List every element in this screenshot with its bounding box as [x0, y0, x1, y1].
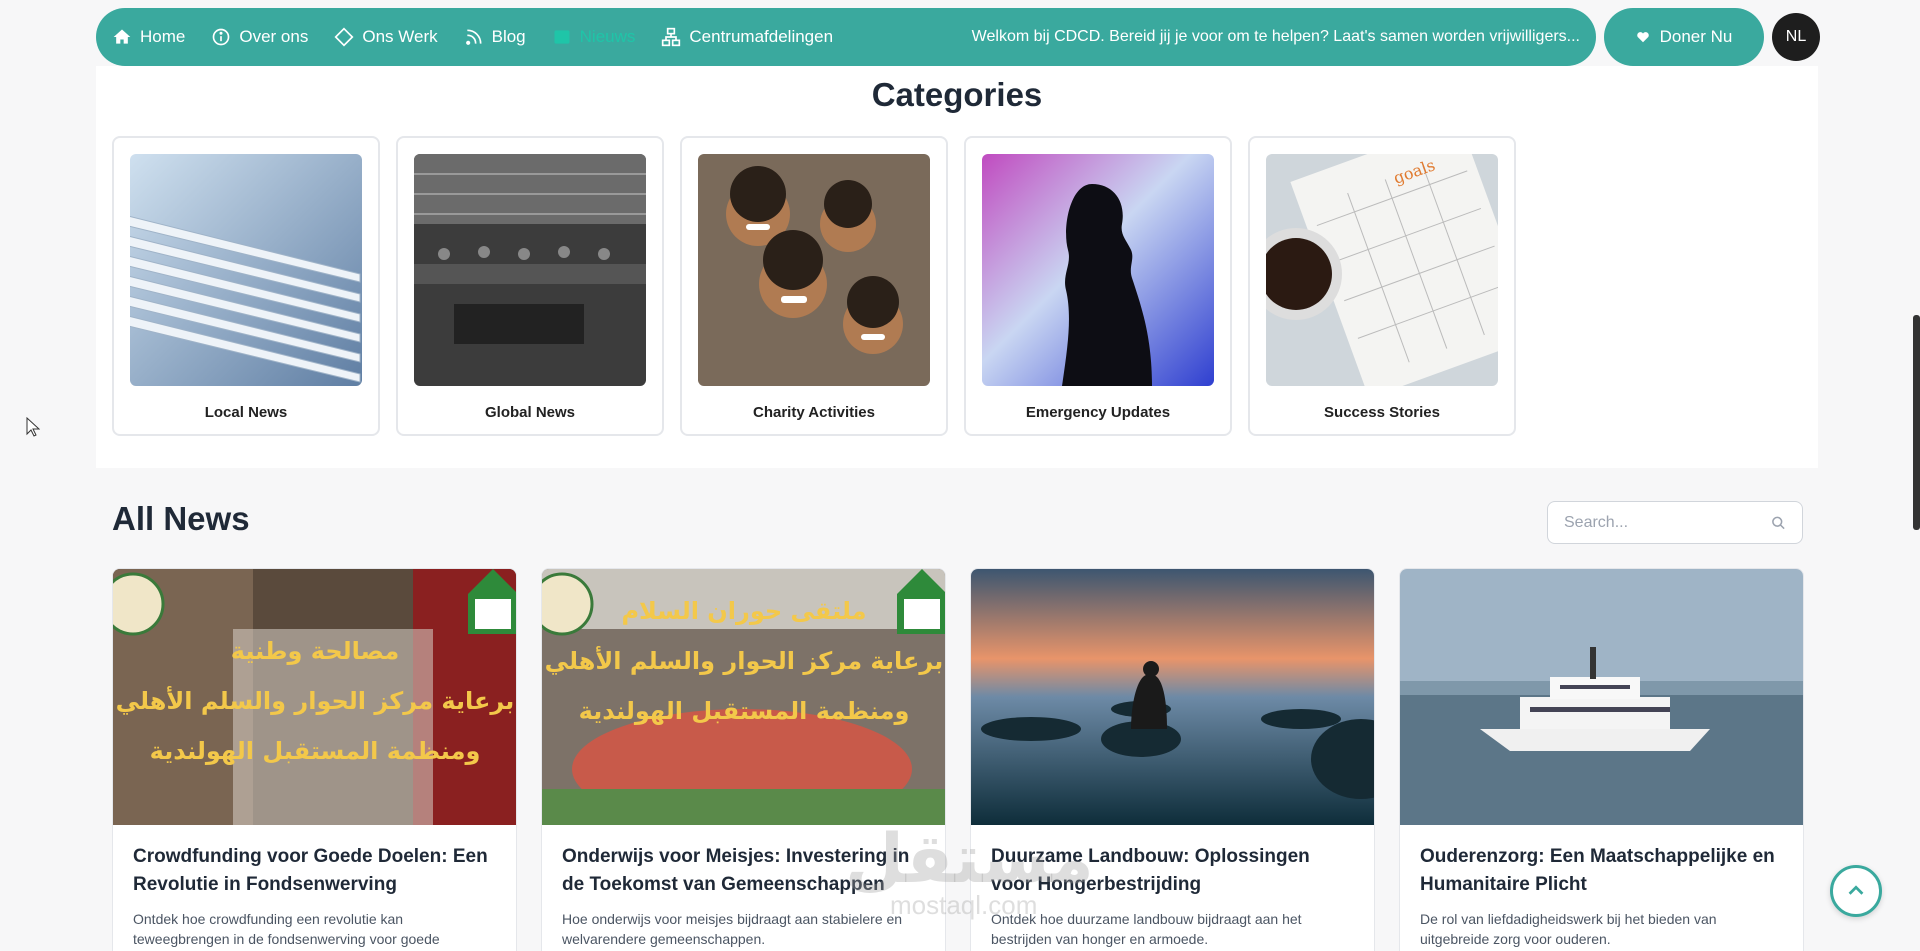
category-image — [130, 154, 362, 386]
image-caption-line: ومنظمة المستقبل الهولندية — [579, 697, 910, 725]
category-label: Success Stories — [1324, 404, 1440, 421]
category-card-local-news[interactable]: Local News — [112, 136, 380, 436]
news-icon — [554, 30, 570, 44]
watermark-logo: مستقل — [845, 821, 1094, 897]
language-switch[interactable]: NL — [1772, 13, 1820, 61]
category-image — [982, 154, 1214, 386]
categories-section: Categories Local News Global News Charit… — [96, 66, 1818, 468]
category-image: goals — [1266, 154, 1498, 386]
nav-item-label: Centrumafdelingen — [689, 27, 834, 46]
welcome-ticker: Welkom bij CDCD. Bereid jij je voor om t… — [971, 28, 1580, 45]
nav-item-label: Ons Werk — [362, 27, 438, 46]
nav-item-label: Home — [140, 27, 186, 46]
watermark-subtitle: mostaql.com — [890, 890, 1038, 920]
diamond-icon — [334, 27, 354, 47]
category-label: Emergency Updates — [1025, 404, 1171, 421]
category-image — [698, 154, 930, 386]
image-caption-line: ومنظمة المستقبل الهولندية — [150, 737, 481, 765]
image-caption-line: برعاية مركز الحوار والسلم الأهلي — [116, 686, 515, 715]
nav-item-label: Nieuws — [579, 27, 636, 46]
category-card-success-stories[interactable]: goals Success Stories — [1248, 136, 1516, 436]
category-label: Charity Activities — [753, 404, 875, 421]
nav-item-over-ons[interactable]: Over ons — [211, 27, 308, 47]
category-label: Local News — [204, 404, 288, 421]
search-icon[interactable] — [1771, 515, 1786, 531]
news-card-excerpt: Hoe onderwijs voor meisjes bijdraagt aan… — [562, 911, 903, 947]
news-card-excerpt: Ontdek hoe duurzame landbouw bijdraagt a… — [991, 911, 1302, 947]
mouse-cursor-icon — [26, 416, 41, 442]
main-nav: Home Over ons Ons Werk Blog Nieuws Centr… — [96, 8, 1596, 66]
news-image — [971, 569, 1374, 825]
departments-icon — [662, 27, 681, 47]
home-icon — [113, 29, 131, 44]
nav-item-ons-werk[interactable]: Ons Werk — [334, 27, 438, 47]
heart-icon — [1636, 32, 1649, 43]
category-card-global-news[interactable]: Global News — [396, 136, 664, 436]
nav-item-label: Blog — [491, 27, 526, 46]
image-caption-line: ملتقى حوران السلام — [621, 597, 866, 625]
image-caption-line: برعاية مركز الحوار والسلم الأهلي — [545, 646, 944, 675]
news-image: مصالحة وطنية برعاية مركز الحوار والسلم ا… — [113, 569, 516, 825]
news-search — [1547, 501, 1803, 544]
news-image: ملتقى حوران السلام برعاية مركز الحوار وا… — [542, 569, 945, 825]
news-card[interactable]: Ouderenzorg: Een Maatschappelijke en Hum… — [1399, 568, 1804, 951]
all-news-title: All News — [112, 500, 250, 537]
info-icon — [213, 28, 230, 46]
category-card-charity-activities[interactable]: Charity Activities — [680, 136, 948, 436]
news-image — [1400, 569, 1803, 825]
category-image — [414, 154, 646, 386]
search-input[interactable] — [1564, 513, 1771, 532]
news-card[interactable]: مصالحة وطنية برعاية مركز الحوار والسلم ا… — [112, 568, 517, 951]
nav-item-centrumafdelingen[interactable]: Centrumafdelingen — [661, 27, 833, 47]
category-label: Global News — [484, 404, 576, 421]
blog-icon — [465, 29, 482, 45]
scrollbar-thumb[interactable] — [1913, 315, 1920, 530]
donate-label: Doner Nu — [1659, 27, 1733, 46]
back-to-top-button[interactable] — [1830, 865, 1882, 917]
donate-button[interactable]: Doner Nu — [1604, 8, 1764, 66]
category-card-emergency-updates[interactable]: Emergency Updates — [964, 136, 1232, 436]
news-card-title[interactable]: Ouderenzorg: Een Maatschappelijke en Hum… — [1420, 843, 1785, 899]
nav-item-blog[interactable]: Blog — [464, 27, 526, 47]
nav-item-nieuws[interactable]: Nieuws — [552, 27, 636, 47]
nav-item-home[interactable]: Home — [112, 27, 185, 47]
news-card-excerpt: De rol van liefdadigheidswerk bij het bi… — [1420, 911, 1717, 947]
nav-item-label: Over ons — [239, 27, 309, 46]
categories-title: Categories — [871, 76, 1043, 113]
image-caption-line: مصالحة وطنية — [231, 637, 399, 665]
news-card-title[interactable]: Crowdfunding voor Goede Doelen: Een Revo… — [133, 843, 498, 899]
chevron-up-icon — [1848, 885, 1864, 895]
news-card-excerpt: Ontdek hoe crowdfunding een revolutie ka… — [133, 911, 440, 947]
